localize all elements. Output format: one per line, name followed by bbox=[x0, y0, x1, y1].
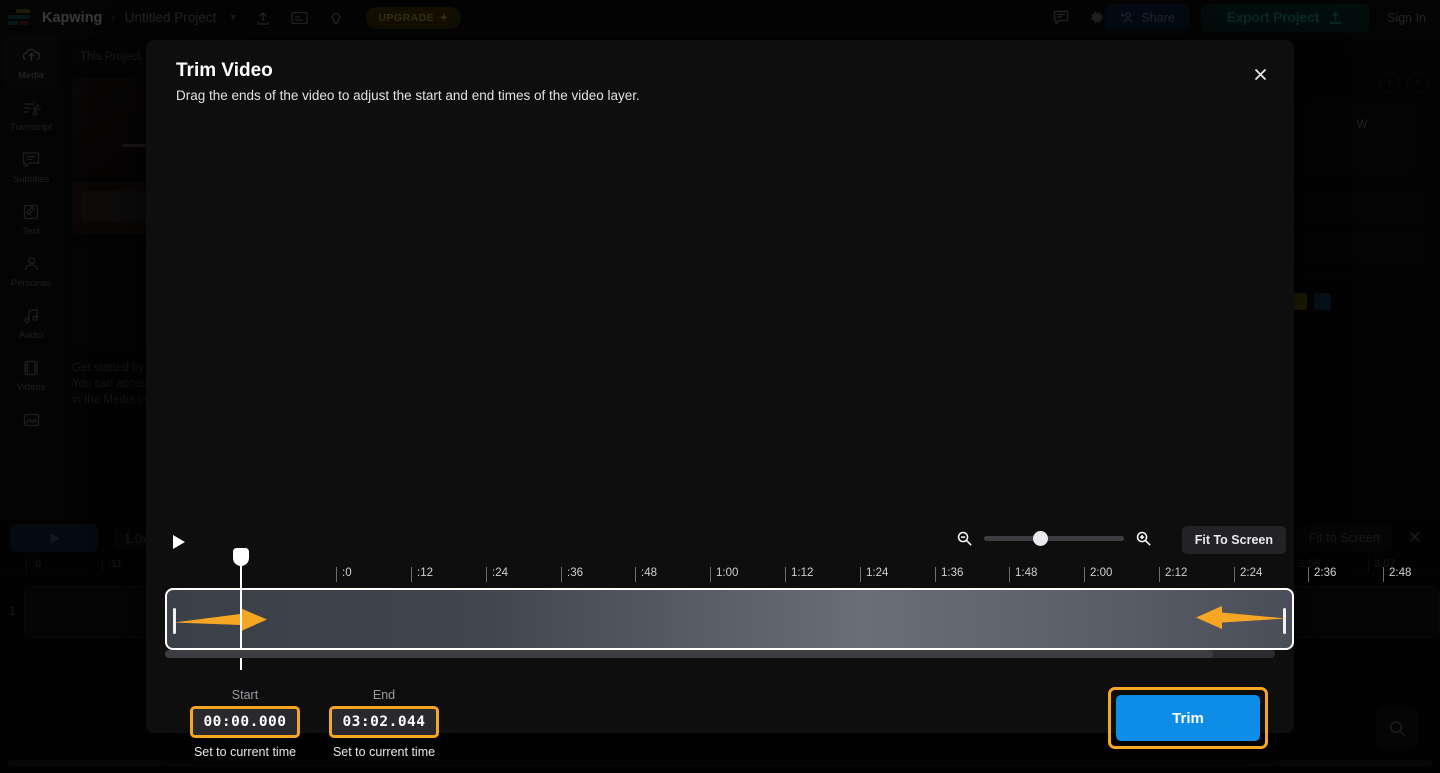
video-clip-trim-bar[interactable] bbox=[165, 588, 1294, 650]
trim-footer: Start 00:00.000 Set to current time End … bbox=[146, 682, 1294, 773]
modal-title: Trim Video bbox=[176, 60, 273, 81]
trim-button[interactable]: Trim bbox=[1116, 695, 1260, 741]
scrollbar-thumb[interactable] bbox=[165, 650, 1213, 658]
trim-button-highlight: Trim bbox=[1108, 687, 1268, 749]
playhead-knob[interactable] bbox=[233, 548, 249, 566]
app-root: Kapwing › Untitled Project ▾ UPGRADE ✦ bbox=[0, 0, 1440, 773]
drag-end-handle-arrow bbox=[1196, 604, 1286, 632]
ruler-tick: :48 bbox=[635, 567, 657, 582]
zoom-in-icon[interactable] bbox=[1135, 530, 1152, 547]
zoom-controls bbox=[956, 530, 1152, 547]
ruler-tick: 1:24 bbox=[860, 567, 888, 582]
ruler-tick: :24 bbox=[486, 567, 508, 582]
play-icon[interactable] bbox=[164, 528, 192, 556]
fit-to-screen-button[interactable]: Fit To Screen bbox=[1181, 526, 1286, 554]
modal-body: Fit To Screen :0 :12 :24 :36 :48 1:00 1:… bbox=[146, 126, 1411, 759]
ruler-tick: 2:36 bbox=[1308, 567, 1336, 582]
drag-start-handle-arrow bbox=[174, 606, 269, 634]
ruler-tick: :36 bbox=[561, 567, 583, 582]
zoom-out-icon[interactable] bbox=[956, 530, 973, 547]
ruler-tick: 1:48 bbox=[1009, 567, 1037, 582]
ruler-tick: 1:12 bbox=[785, 567, 813, 582]
ruler-tick: 2:48 bbox=[1383, 567, 1411, 582]
trim-toolbar: Fit To Screen bbox=[146, 524, 1294, 560]
start-time-field-group: Start 00:00.000 Set to current time bbox=[190, 688, 300, 759]
zoom-slider-thumb[interactable] bbox=[1033, 531, 1048, 546]
ruler-tick: 2:12 bbox=[1159, 567, 1187, 582]
trim-track-area bbox=[146, 548, 1294, 670]
end-time-input[interactable]: 03:02.044 bbox=[329, 706, 439, 738]
trim-video-modal: Trim Video Drag the ends of the video to… bbox=[146, 40, 1411, 759]
end-time-field-group: End 03:02.044 Set to current time bbox=[329, 688, 439, 759]
ruler-tick: :0 bbox=[336, 567, 352, 582]
start-set-to-current-time[interactable]: Set to current time bbox=[190, 745, 300, 759]
zoom-slider[interactable] bbox=[984, 531, 1124, 546]
start-label: Start bbox=[231, 688, 259, 702]
modal-subtitle: Drag the ends of the video to adjust the… bbox=[176, 88, 640, 103]
ruler-tick: 2:24 bbox=[1234, 567, 1262, 582]
ruler-tick: 1:36 bbox=[935, 567, 963, 582]
trim-horizontal-scrollbar[interactable] bbox=[165, 650, 1275, 658]
ruler-tick: :12 bbox=[411, 567, 433, 582]
close-icon[interactable] bbox=[1246, 60, 1274, 88]
end-label: End bbox=[372, 688, 396, 702]
ruler-tick: 2:00 bbox=[1084, 567, 1112, 582]
end-set-to-current-time[interactable]: Set to current time bbox=[329, 745, 439, 759]
video-preview-area bbox=[146, 126, 1294, 518]
start-time-input[interactable]: 00:00.000 bbox=[190, 706, 300, 738]
trim-ruler[interactable]: :0 :12 :24 :36 :48 1:00 1:12 1:24 1:36 1… bbox=[146, 564, 1411, 586]
ruler-tick: 1:00 bbox=[710, 567, 738, 582]
